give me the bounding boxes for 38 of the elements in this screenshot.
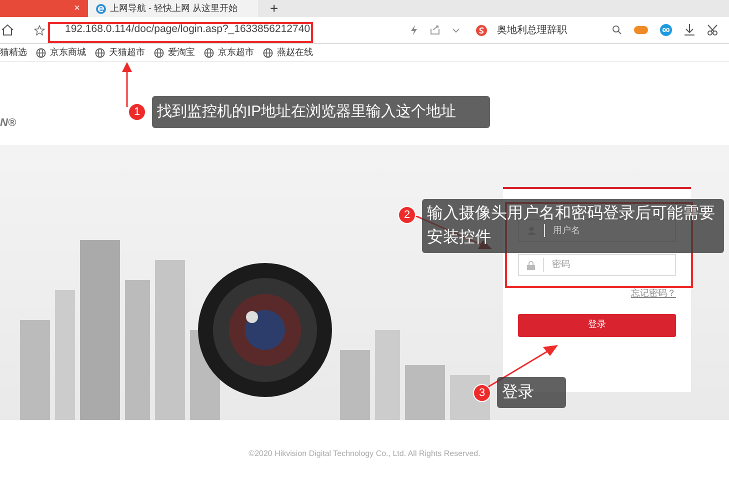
bookmark-link[interactable]: 燕赵在线	[277, 46, 313, 60]
annotation-tooltip: 登录	[497, 377, 566, 408]
browser-tab[interactable]: 上网导航 - 轻快上网 从这里开始	[88, 0, 258, 17]
tab-title: 上网导航 - 轻快上网 从这里开始	[110, 2, 238, 15]
search-engine-icon[interactable]	[476, 24, 487, 36]
home-icon[interactable]	[1, 24, 14, 36]
tab-close-button[interactable]: ×	[74, 1, 80, 16]
login-button[interactable]: 登录	[518, 314, 676, 336]
scissors-icon[interactable]	[707, 24, 719, 36]
arrow-drawing	[121, 62, 133, 107]
forgot-password-link[interactable]: 忘记密码？	[631, 287, 676, 300]
globe-icon	[204, 48, 214, 58]
bookmark-link[interactable]: 天猫超市	[109, 46, 145, 60]
browser-tab[interactable]: ×	[0, 0, 88, 17]
bookmark-link[interactable]: 猫精选	[0, 46, 27, 60]
globe-icon	[95, 48, 105, 58]
bookmark-link[interactable]: 京东超市	[218, 46, 254, 60]
infinity-icon[interactable]	[660, 24, 672, 36]
caret-icon[interactable]	[452, 28, 460, 32]
bookmark-link[interactable]: 京东商城	[50, 46, 86, 60]
globe-icon	[154, 48, 164, 58]
lock-icon	[527, 260, 535, 270]
annotation-tooltip: 找到监控机的IP地址在浏览器里输入这个地址	[152, 96, 490, 128]
logo-text: N®	[0, 116, 16, 130]
lightning-icon[interactable]	[410, 25, 418, 35]
star-icon[interactable]	[34, 24, 45, 36]
new-tab-button[interactable]: +	[258, 0, 290, 17]
search-suggestion[interactable]: 奥地利总理辞职	[497, 22, 567, 38]
share-icon[interactable]	[430, 25, 440, 35]
globe-icon	[36, 48, 46, 58]
globe-icon	[263, 48, 273, 58]
browser-logo-icon	[96, 4, 106, 14]
step-number: 1	[128, 103, 146, 121]
download-icon[interactable]	[684, 24, 695, 36]
bookmark-link[interactable]: 爱淘宝	[168, 46, 195, 60]
address-field[interactable]: 192.168.0.114/doc/page/login.asp?_1633856212740	[55, 20, 315, 40]
copyright-text: ©2020 Hikvision Digital Technology Co., Ltd. All Rights Reserved.	[248, 448, 480, 460]
search-icon[interactable]	[612, 25, 622, 35]
